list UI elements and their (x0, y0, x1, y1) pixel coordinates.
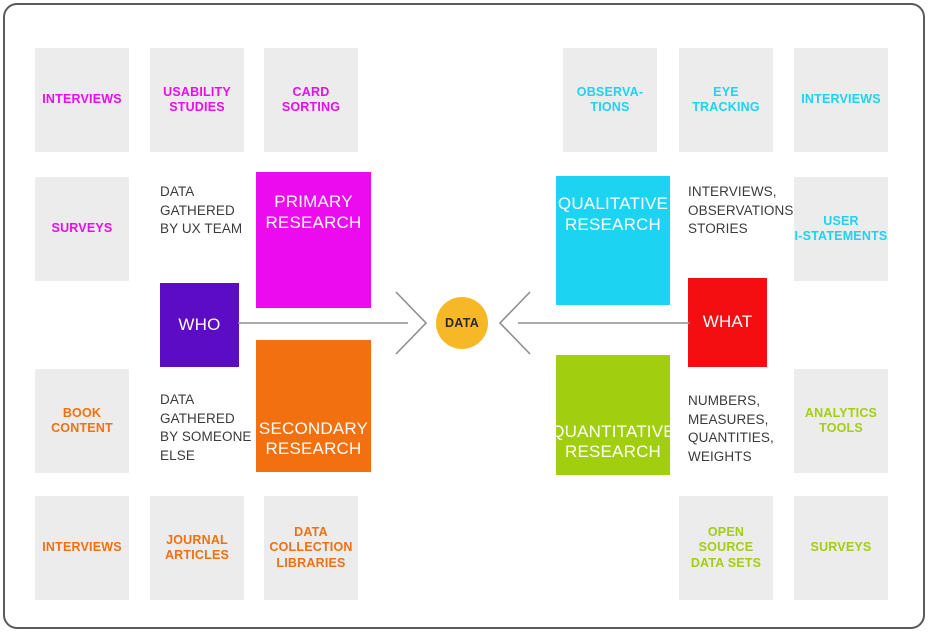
block-who[interactable]: WHO (160, 283, 239, 367)
chip-eye-tracking[interactable]: EYE TRACKING (679, 48, 773, 152)
chip-interviews-qualitative[interactable]: INTERVIEWS (794, 48, 888, 152)
block-secondary-research[interactable]: SECONDARY RESEARCH (256, 340, 371, 472)
note-qualitative-research: INTERVIEWS, OBSERVATIONS, STORIES (688, 184, 798, 237)
chip-surveys-primary[interactable]: SURVEYS (35, 177, 129, 281)
chip-data-collection-libraries[interactable]: DATA COLLECTION LIBRARIES (264, 496, 358, 600)
block-quantitative-research[interactable]: QUANTITATIVE RESEARCH (551, 355, 675, 475)
data-node[interactable]: DATA (436, 297, 488, 349)
block-what[interactable]: WHAT (688, 278, 767, 367)
chip-usability-studies[interactable]: USABILITY STUDIES (150, 48, 244, 152)
chip-interviews-secondary[interactable]: INTERVIEWS (35, 496, 129, 600)
note-primary-research: DATA GATHERED BY UX TEAM (160, 184, 243, 237)
chip-interviews-primary[interactable]: INTERVIEWS (35, 48, 129, 152)
chip-user-i-statements[interactable]: USER I-STATEMENTS (794, 177, 888, 281)
chip-observations[interactable]: OBSERVA- TIONS (563, 48, 657, 152)
note-secondary-research: DATA GATHERED BY SOMEONE ELSE (160, 392, 252, 463)
chip-book-content[interactable]: BOOK CONTENT (35, 369, 129, 473)
block-primary-research[interactable]: PRIMARY RESEARCH (256, 172, 371, 308)
block-qualitative-research[interactable]: QUALITATIVE RESEARCH (556, 176, 670, 305)
chip-surveys-quantitative[interactable]: SURVEYS (794, 496, 888, 600)
chip-card-sorting[interactable]: CARD SORTING (264, 48, 358, 152)
note-quantitative-research: NUMBERS, MEASURES, QUANTITIES, WEIGHTS (688, 393, 774, 464)
chip-analytics-tools[interactable]: ANALYTICS TOOLS (794, 369, 888, 473)
diagram-canvas: INTERVIEWS USABILITY STUDIES CARD SORTING … (0, 0, 928, 632)
chip-journal-articles[interactable]: JOURNAL ARTICLES (150, 496, 244, 600)
chip-open-source-data-sets[interactable]: OPEN SOURCE DATA SETS (679, 496, 773, 600)
